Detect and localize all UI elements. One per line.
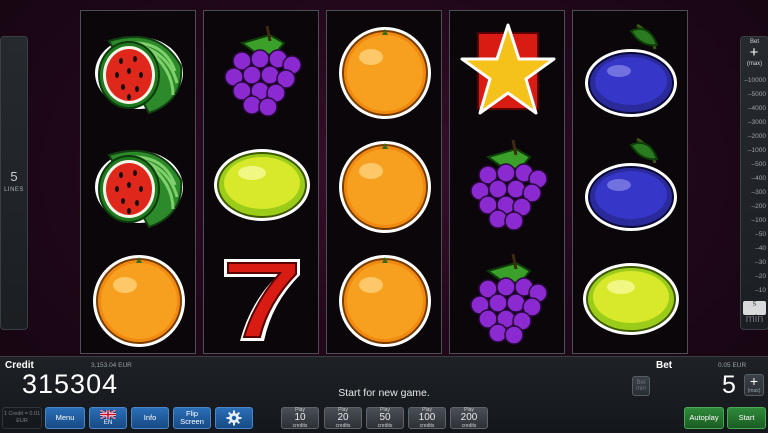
- bet-level-item[interactable]: –10000: [741, 77, 768, 91]
- play-amount: 100: [418, 412, 436, 423]
- play-50-credits-button[interactable]: Play 50 credits: [366, 407, 404, 429]
- credit-rate: 1 Credit = 0.01 EUR: [2, 407, 42, 429]
- play-unit: credits: [292, 423, 308, 429]
- bet-panel-min-button[interactable]: min: [741, 313, 768, 325]
- plum-symbol: [581, 135, 681, 235]
- gear-icon: [226, 410, 242, 426]
- lines-count: 5: [10, 169, 18, 184]
- star-symbol: [458, 21, 558, 121]
- info-button-label: Info: [143, 413, 157, 422]
- play-unit: credits: [461, 423, 477, 429]
- bet-level-item[interactable]: –4000: [741, 105, 768, 119]
- bet-level-item[interactable]: –300: [741, 189, 768, 203]
- bet-panel-plus-button[interactable]: +: [746, 45, 762, 60]
- play-100-credits-button[interactable]: Play 100 credits: [408, 407, 446, 429]
- language-label: EN: [103, 419, 113, 426]
- seven-symbol: [212, 249, 312, 349]
- reel-4: [449, 10, 565, 354]
- bet-level-item[interactable]: –5000: [741, 91, 768, 105]
- bet-min-button[interactable]: Bet min: [632, 376, 650, 396]
- orange-symbol: [335, 249, 435, 349]
- play-unit: credits: [335, 423, 351, 429]
- start-button[interactable]: Start: [727, 407, 766, 429]
- status-message: Start for new game.: [338, 387, 430, 399]
- lines-panel: 5 LINES: [0, 36, 28, 330]
- menu-button-label: Menu: [55, 413, 75, 422]
- orange-symbol: [335, 135, 435, 235]
- lemon-symbol: [581, 249, 681, 349]
- bet-level-item[interactable]: –20: [741, 273, 768, 287]
- bet-level-item[interactable]: –400: [741, 175, 768, 189]
- lemon-symbol: [212, 135, 312, 235]
- bet-label: Bet: [656, 360, 673, 371]
- watermelon-symbol: [89, 21, 189, 121]
- bet-level-item[interactable]: –500: [741, 161, 768, 175]
- grapes-symbol: [458, 135, 558, 235]
- reel-5: [572, 10, 688, 354]
- bet-level-item[interactable]: –100: [741, 217, 768, 231]
- plum-symbol: [581, 21, 681, 121]
- bet-max-button[interactable]: + (max): [744, 374, 764, 396]
- bet-level-panel: Bet + (max) –10000 –5000 –4000 –3000 –2000 –1…: [740, 36, 768, 330]
- play-amount: 50: [379, 412, 391, 423]
- bet-level-list: –10000 –5000 –4000 –3000 –2000 –1000 –500 –400–…: [741, 77, 768, 315]
- bet-level-item[interactable]: –200: [741, 203, 768, 217]
- play-amount: 10: [294, 412, 306, 423]
- bet-level-item[interactable]: –50: [741, 231, 768, 245]
- bet-level-item[interactable]: –3000: [741, 119, 768, 133]
- flip-screen-button[interactable]: Flip Screen: [173, 407, 211, 429]
- bet-level-item[interactable]: –10: [741, 287, 768, 301]
- bet-value: 5: [722, 371, 736, 399]
- reel-3: [326, 10, 442, 354]
- plus-icon: +: [749, 373, 759, 389]
- bet-max-label: (max): [747, 388, 761, 394]
- play-10-credits-button[interactable]: Play 10 credits: [281, 407, 319, 429]
- bet-eur-amount: 0.05 EUR: [718, 362, 747, 369]
- info-button[interactable]: Info: [131, 407, 169, 429]
- reel-1: [80, 10, 196, 354]
- play-unit: credits: [419, 423, 435, 429]
- bet-level-item[interactable]: –1000: [741, 147, 768, 161]
- reel-2: [203, 10, 319, 354]
- watermelon-symbol: [89, 135, 189, 235]
- autoplay-label: Autoplay: [689, 413, 719, 422]
- play-amount: 20: [337, 412, 349, 423]
- orange-symbol: [89, 249, 189, 349]
- bet-level-item[interactable]: –40: [741, 245, 768, 259]
- play-20-credits-button[interactable]: Play 20 credits: [324, 407, 362, 429]
- play-200-credits-button[interactable]: Play 200 credits: [450, 407, 488, 429]
- play-amount: 200: [460, 412, 478, 423]
- bet-level-item[interactable]: –2000: [741, 133, 768, 147]
- autoplay-button[interactable]: Autoplay: [684, 407, 724, 429]
- flip-line2: Screen: [180, 417, 204, 426]
- bet-panel-bet-label: Bet: [749, 303, 759, 309]
- credit-eur-amount: 3,153.04 EUR: [91, 362, 132, 369]
- grapes-symbol: [458, 249, 558, 349]
- bet-panel-max-label: (max): [746, 61, 763, 67]
- language-button[interactable]: EN: [89, 407, 127, 429]
- lines-label: LINES: [4, 187, 24, 193]
- bottom-bar: Credit 3,153.04 EUR 315304 Start for new…: [0, 356, 768, 433]
- grapes-symbol: [212, 21, 312, 121]
- settings-button[interactable]: [215, 407, 253, 429]
- bet-level-item[interactable]: –30: [741, 259, 768, 273]
- start-label: Start: [738, 413, 755, 422]
- orange-symbol: [335, 21, 435, 121]
- menu-button[interactable]: Menu: [45, 407, 85, 429]
- flag-icon: [100, 409, 116, 419]
- play-unit: credits: [377, 423, 393, 429]
